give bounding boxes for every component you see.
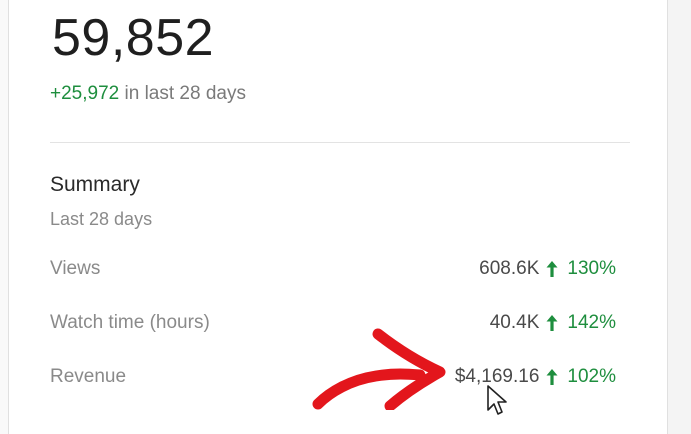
page-background-strip <box>668 0 691 434</box>
metric-row-views[interactable]: Views 608.6K 130% <box>50 257 616 283</box>
metric-values: $4,169.16 102% <box>455 365 616 389</box>
total-count: 59,852 <box>52 9 215 67</box>
analytics-panel: 59,852 +25,972 in last 28 days Summary L… <box>0 0 691 434</box>
arrow-up-icon <box>546 261 558 277</box>
metric-value: 40.4K <box>489 312 540 333</box>
metric-label: Revenue <box>50 366 127 387</box>
metric-label: Views <box>50 258 101 279</box>
summary-subtitle: Last 28 days <box>50 209 153 229</box>
metric-change: 130% <box>567 258 616 279</box>
arrow-up-icon <box>546 315 558 331</box>
red-arrow-annotation-icon <box>312 328 446 410</box>
delta-value: +25,972 <box>50 83 120 104</box>
delta-line: +25,972 in last 28 days <box>50 83 246 105</box>
metric-change: 102% <box>567 366 616 387</box>
metric-values: 40.4K 142% <box>490 311 616 335</box>
metric-values: 608.6K 130% <box>479 257 616 281</box>
summary-title: Summary <box>50 173 140 196</box>
metric-change: 142% <box>567 312 616 333</box>
delta-period: in last 28 days <box>119 83 246 104</box>
arrow-up-icon <box>546 369 558 385</box>
metric-value: 608.6K <box>479 258 540 279</box>
mouse-cursor-icon <box>487 385 507 415</box>
divider <box>50 142 630 143</box>
metric-label: Watch time (hours) <box>50 312 210 333</box>
